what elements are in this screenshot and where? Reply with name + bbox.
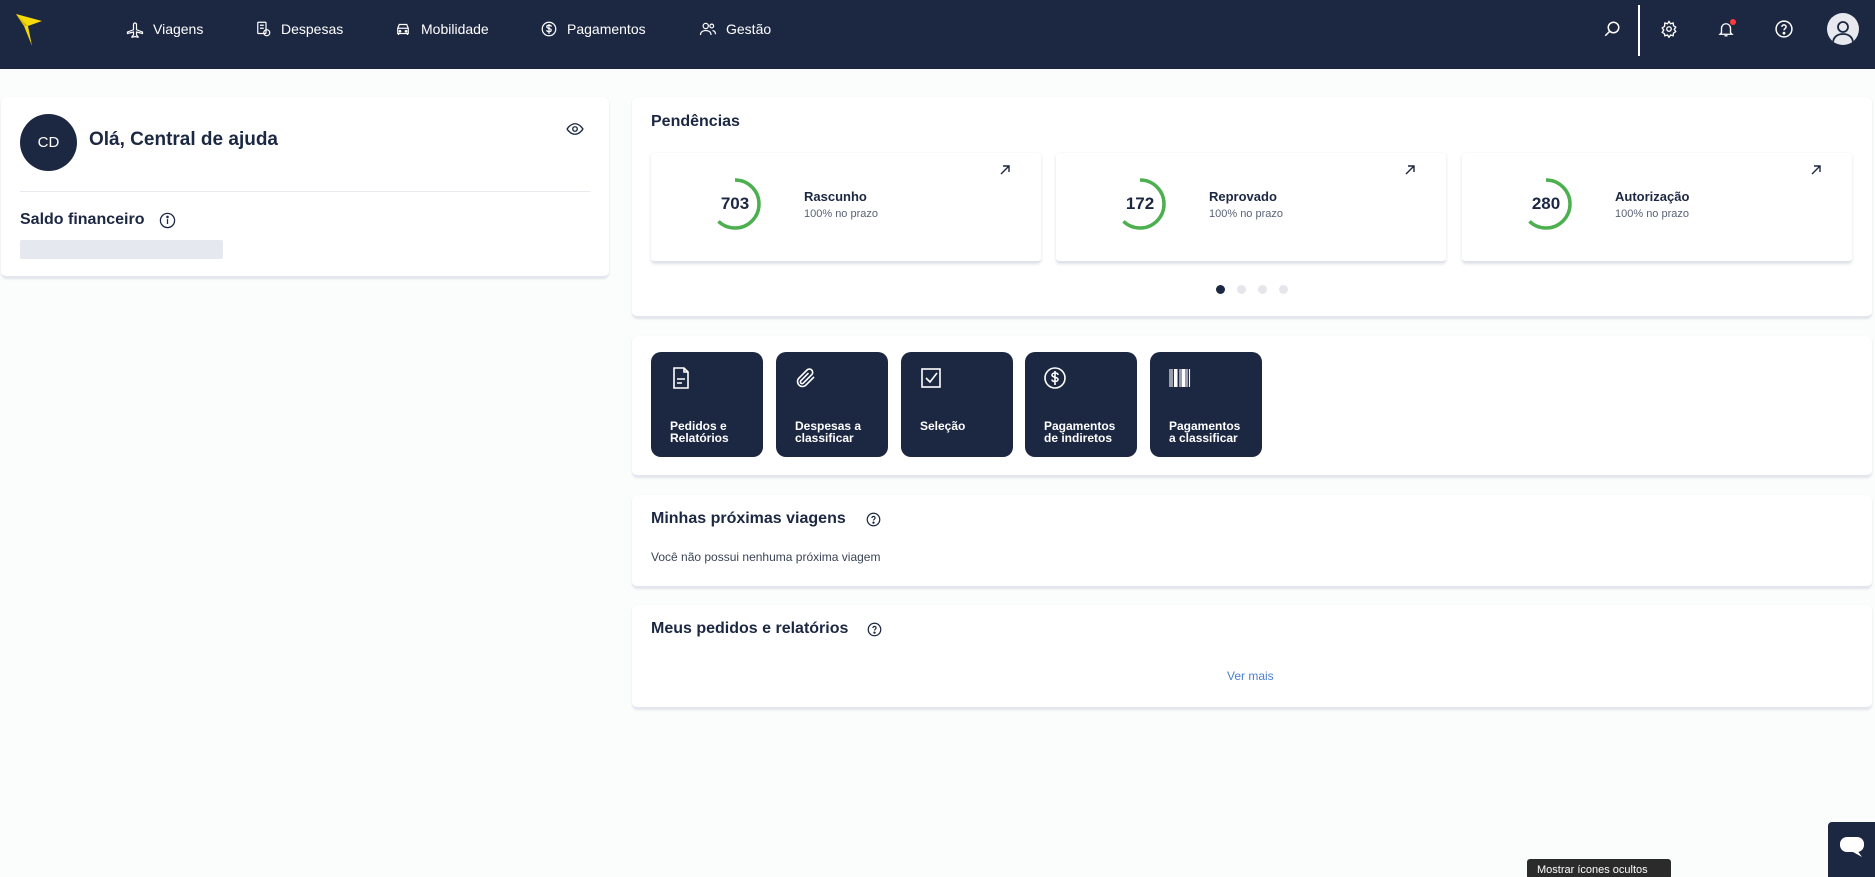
top-divider <box>1638 5 1640 56</box>
nav-label: Mobilidade <box>421 21 489 37</box>
nav-label: Gestão <box>726 21 772 37</box>
barcode-icon <box>1169 369 1191 387</box>
arrow-up-right-icon[interactable] <box>999 164 1011 176</box>
pending-subtitle: 100% no prazo <box>1615 208 1689 220</box>
nav-label: Despesas <box>281 21 344 37</box>
tile-label-line2: de indiretos <box>1044 431 1113 445</box>
chat-button[interactable] <box>1828 822 1875 877</box>
chat-icon <box>1840 837 1864 857</box>
tile-label-line2: Relatórios <box>670 431 729 445</box>
trips-empty-message: Você não possui nenhuma próxima viagem <box>651 550 881 564</box>
car-icon <box>397 23 409 35</box>
shortcuts-card: Pedidos e Relatórios Despesas a classifica… <box>632 336 1872 477</box>
carousel-dot[interactable] <box>1279 285 1288 294</box>
dollar-circle-icon <box>1044 367 1066 389</box>
tile-label-line2: classificar <box>795 431 854 445</box>
orders-reports-card: Meus pedidos e relatórios Ver mais <box>632 605 1872 709</box>
upcoming-trips-card: Minhas próximas viagens Você não possui … <box>632 495 1872 588</box>
nav-item-gestao[interactable]: Gestão <box>699 18 771 40</box>
help-button[interactable] <box>1773 18 1795 40</box>
eye-icon[interactable] <box>566 120 584 138</box>
settings-button[interactable] <box>1658 18 1680 40</box>
paperclip-icon <box>796 368 815 388</box>
carousel-dot[interactable] <box>1258 285 1267 294</box>
users-icon <box>699 22 717 36</box>
orders-title: Meus pedidos e relatórios <box>651 620 849 637</box>
pending-label: Reprovado <box>1209 189 1277 204</box>
tooltip: Mostrar ícones ocultos <box>1527 859 1671 877</box>
gear-icon <box>1661 20 1677 38</box>
pending-count: 703 <box>720 194 750 213</box>
balance-loading-placeholder <box>20 240 223 259</box>
help-circle-icon[interactable] <box>867 622 882 637</box>
shortcut-despesas-classificar[interactable]: Despesas a classificar <box>776 352 888 457</box>
carousel-dot[interactable] <box>1216 285 1225 294</box>
pending-subtitle: 100% no prazo <box>1209 208 1283 220</box>
pending-count: 280 <box>1531 194 1561 213</box>
top-navigation-bar: Viagens Despesas Mobilidade Pagamentos G… <box>0 0 1875 69</box>
nav-item-despesas[interactable]: Despesas <box>254 18 343 40</box>
search-icon <box>1604 21 1620 37</box>
notification-dot <box>1730 19 1736 25</box>
nav-label: Viagens <box>153 21 204 37</box>
nav-label: Pagamentos <box>567 21 646 37</box>
carousel-pagination <box>1216 285 1288 294</box>
help-circle-icon[interactable] <box>866 512 881 527</box>
user-avatar-icon <box>1832 21 1854 44</box>
checkbox-icon <box>921 368 941 388</box>
nav-item-mobilidade[interactable]: Mobilidade <box>394 18 489 40</box>
pending-card: Pendências 703 Rascunho 100% no prazo 17… <box>632 97 1872 318</box>
pending-item-rascunho[interactable]: 703 Rascunho 100% no prazo <box>651 153 1041 263</box>
search-button[interactable] <box>1601 18 1623 40</box>
nav-item-viagens[interactable]: Viagens <box>126 18 203 40</box>
avatar: CD <box>20 114 77 171</box>
user-avatar[interactable] <box>1827 13 1859 45</box>
shortcut-pedidos-relatorios[interactable]: Pedidos e Relatórios <box>651 352 763 457</box>
pending-count: 172 <box>1125 194 1155 213</box>
pending-title: Pendências <box>651 113 740 130</box>
arrow-up-right-icon[interactable] <box>1404 164 1416 176</box>
pending-item-autorizacao[interactable]: 280 Autorização 100% no prazo <box>1462 153 1852 263</box>
carousel-dot[interactable] <box>1237 285 1246 294</box>
shortcut-pagamentos-indiretos[interactable]: Pagamentos de indiretos <box>1025 352 1137 457</box>
see-more-link[interactable]: Ver mais <box>1227 669 1274 683</box>
balance-label: Saldo financeiro <box>20 211 145 228</box>
greeting-title: Olá, Central de ajuda <box>89 129 278 150</box>
divider <box>20 191 590 192</box>
shortcut-pagamentos-classificar[interactable]: Pagamentos a classificar <box>1150 352 1262 457</box>
pending-label: Rascunho <box>804 189 867 204</box>
pending-subtitle: 100% no prazo <box>804 208 878 220</box>
arrow-up-right-icon[interactable] <box>1810 164 1822 176</box>
dollar-icon <box>541 21 557 37</box>
pending-label: Autorização <box>1615 189 1690 204</box>
tile-label-line1: Seleção <box>920 419 966 433</box>
notifications-button[interactable] <box>1715 18 1737 40</box>
company-logo-icon[interactable] <box>14 12 44 48</box>
receipt-icon <box>257 21 271 37</box>
nav-item-pagamentos[interactable]: Pagamentos <box>540 18 646 40</box>
pending-item-reprovado[interactable]: 172 Reprovado 100% no prazo <box>1056 153 1446 263</box>
tile-label-line2: a classificar <box>1169 431 1238 445</box>
shortcut-selecao[interactable]: Seleção <box>901 352 1013 457</box>
info-icon[interactable] <box>159 212 176 229</box>
trips-title: Minhas próximas viagens <box>651 510 846 527</box>
airplane-icon <box>126 22 144 38</box>
help-icon <box>1775 20 1793 38</box>
document-icon <box>673 367 689 389</box>
profile-card: CD Olá, Central de ajuda Saldo financeir… <box>1 97 609 278</box>
